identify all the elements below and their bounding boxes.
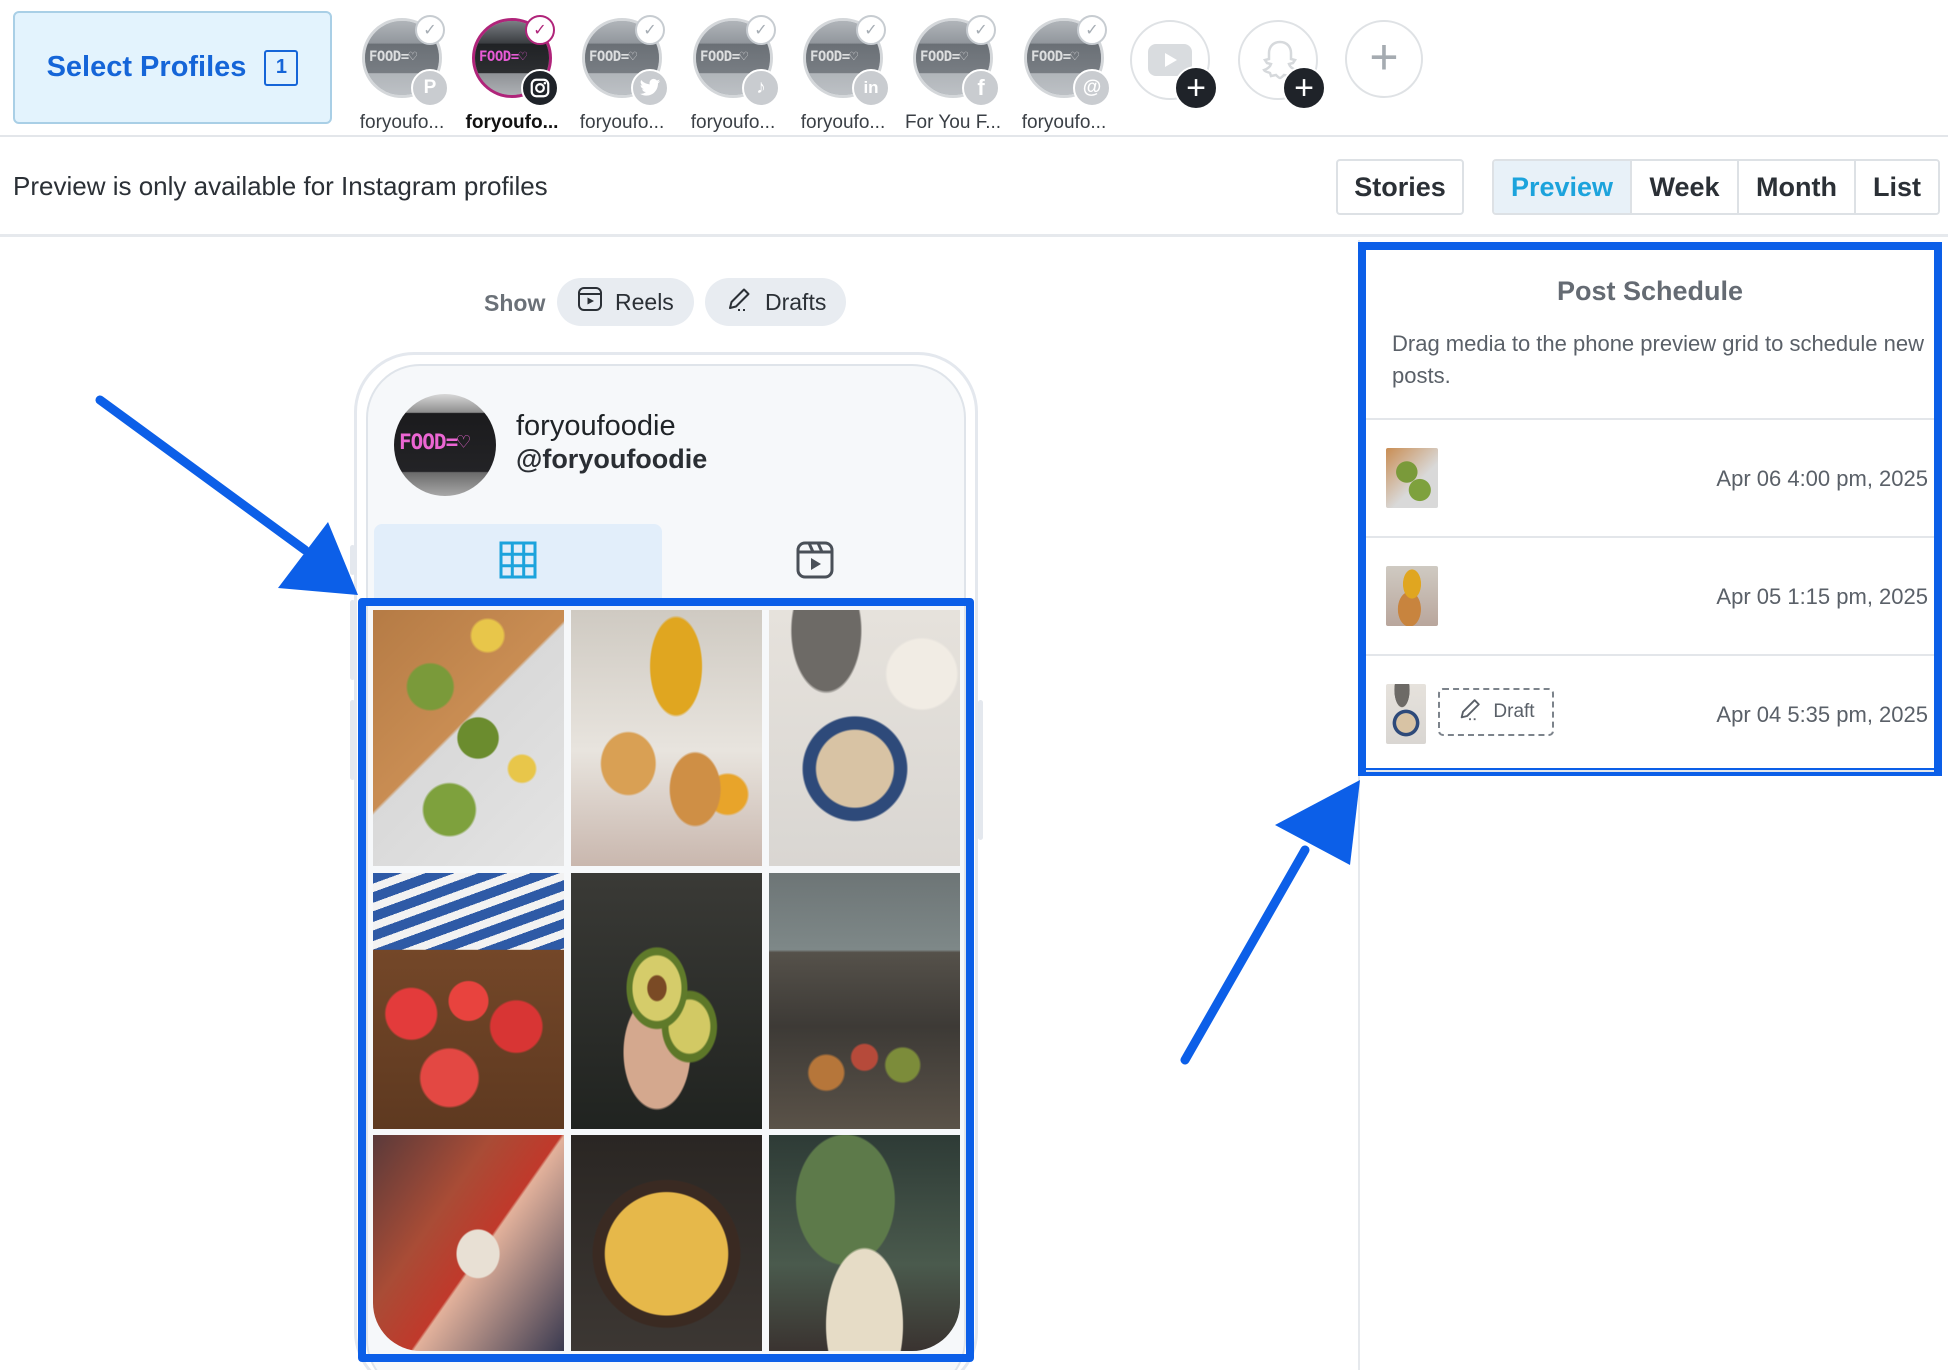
check-icon: ✓ xyxy=(1077,15,1107,45)
facebook-icon: f xyxy=(962,69,1000,107)
drafts-filter-label: Drafts xyxy=(765,288,827,315)
tab-reels[interactable] xyxy=(670,524,960,600)
scheduled-time: Apr 06 4:00 pm, 2025 xyxy=(1716,466,1928,491)
view-tabs: Preview Week Month List xyxy=(1492,159,1940,215)
reels-icon xyxy=(577,286,603,318)
draft-label: Draft xyxy=(1493,701,1535,722)
draft-badge: Draft xyxy=(1438,688,1554,736)
view-toolbar: Preview is only available for Instagram … xyxy=(0,137,1948,237)
profile-pinterest[interactable]: FOOD=♡ ✓ P foryoufo... xyxy=(350,15,454,134)
reels-filter-label: Reels xyxy=(615,288,674,315)
instagram-avatar: FOOD=♡ xyxy=(394,394,496,496)
plus-icon: + xyxy=(1174,66,1218,110)
linkedin-icon: in xyxy=(852,69,890,107)
reels-icon xyxy=(796,541,834,584)
post-thumbnail xyxy=(1386,566,1438,626)
annotation-arrow-left xyxy=(95,395,358,595)
tab-month[interactable]: Month xyxy=(1739,161,1856,213)
profile-instagram[interactable]: FOOD=♡ ✓ foryoufo... xyxy=(460,15,564,134)
preview-notice: Preview is only available for Instagram … xyxy=(13,171,548,201)
post-schedule-title: Post Schedule xyxy=(1556,276,1744,306)
pinterest-icon: P xyxy=(411,69,449,107)
profile-name: foryoufo... xyxy=(1021,112,1107,133)
selected-count-badge: 1 xyxy=(264,49,299,86)
scheduled-post-row[interactable]: Draft Apr 04 5:35 pm, 2025 xyxy=(1366,654,1934,772)
show-label: Show xyxy=(484,290,546,316)
avatar: FOOD=♡ ✓ f xyxy=(913,15,1000,107)
check-icon: ✓ xyxy=(746,15,776,45)
add-youtube-button[interactable]: + xyxy=(1130,20,1218,110)
scheduled-time: Apr 04 5:35 pm, 2025 xyxy=(1716,702,1928,727)
pencil-icon xyxy=(725,285,753,319)
profile-name: foryoufo... xyxy=(579,112,665,133)
post-schedule-description: Drag media to the phone preview grid to … xyxy=(1392,331,1924,388)
select-profiles-button[interactable]: Select Profiles 1 xyxy=(13,11,332,124)
profile-tiktok[interactable]: FOOD=♡ ✓ ♪ foryoufo... xyxy=(681,15,785,134)
post-thumbnail xyxy=(1386,684,1426,744)
avatar: FOOD=♡ ✓ ♪ xyxy=(693,15,780,107)
instagram-display-name: foryoufoodie xyxy=(516,410,676,442)
profile-linkedin[interactable]: FOOD=♡ ✓ in foryoufo... xyxy=(791,15,895,134)
check-icon: ✓ xyxy=(966,15,996,45)
phone-button xyxy=(978,700,983,840)
avatar: FOOD=♡ ✓ xyxy=(582,15,669,107)
avatar: FOOD=♡ ✓ @ xyxy=(1024,15,1111,107)
profile-name: For You F... xyxy=(904,112,1002,133)
profile-name: foryoufo... xyxy=(690,112,776,133)
profile-twitter[interactable]: FOOD=♡ ✓ foryoufo... xyxy=(570,15,674,134)
tab-list[interactable]: List xyxy=(1856,161,1938,213)
avatar: FOOD=♡ ✓ P xyxy=(362,15,449,107)
scheduled-post-row[interactable]: Apr 06 4:00 pm, 2025 xyxy=(1366,418,1934,536)
instagram-icon xyxy=(521,69,559,107)
tiktok-icon: ♪ xyxy=(742,69,780,107)
stories-button[interactable]: Stories xyxy=(1336,159,1464,215)
check-icon: ✓ xyxy=(415,15,445,45)
tab-week[interactable]: Week xyxy=(1632,161,1739,213)
profile-threads[interactable]: FOOD=♡ ✓ @ foryoufo... xyxy=(1012,15,1116,134)
drafts-filter-toggle[interactable]: Drafts xyxy=(705,278,847,326)
post-schedule-panel: Post Schedule Drag media to the phone pr… xyxy=(1358,242,1942,776)
twitter-icon xyxy=(631,69,669,107)
plus-icon: + xyxy=(1282,66,1326,110)
pencil-icon xyxy=(1457,696,1483,728)
post-thumbnail xyxy=(1386,448,1438,508)
reels-filter-toggle[interactable]: Reels xyxy=(557,278,694,326)
scheduled-time: Apr 05 1:15 pm, 2025 xyxy=(1716,584,1928,609)
annotation-arrow-right xyxy=(1180,780,1360,1065)
check-icon: ✓ xyxy=(525,15,555,45)
avatar: FOOD=♡ ✓ xyxy=(472,15,559,107)
threads-icon: @ xyxy=(1073,69,1111,107)
profile-bar: Select Profiles 1 FOOD=♡ ✓ P foryoufo...… xyxy=(0,0,1948,137)
tab-preview[interactable]: Preview xyxy=(1494,161,1632,213)
grid-highlight-box xyxy=(358,598,974,1362)
avatar: FOOD=♡ ✓ in xyxy=(803,15,890,107)
scheduled-post-row[interactable]: Apr 05 1:15 pm, 2025 xyxy=(1366,536,1934,654)
grid-icon xyxy=(499,541,537,584)
tab-grid[interactable] xyxy=(374,524,662,600)
instagram-handle: @foryoufoodie xyxy=(516,444,708,474)
check-icon: ✓ xyxy=(635,15,665,45)
profile-name: foryoufo... xyxy=(465,112,559,133)
profile-name: foryoufo... xyxy=(800,112,886,133)
profile-name: foryoufo... xyxy=(359,112,445,133)
add-snapchat-button[interactable]: + xyxy=(1238,20,1326,110)
add-profile-button[interactable]: + xyxy=(1345,20,1423,98)
select-profiles-label: Select Profiles xyxy=(46,51,247,83)
check-icon: ✓ xyxy=(856,15,886,45)
profile-facebook[interactable]: FOOD=♡ ✓ f For You F... xyxy=(901,15,1005,134)
